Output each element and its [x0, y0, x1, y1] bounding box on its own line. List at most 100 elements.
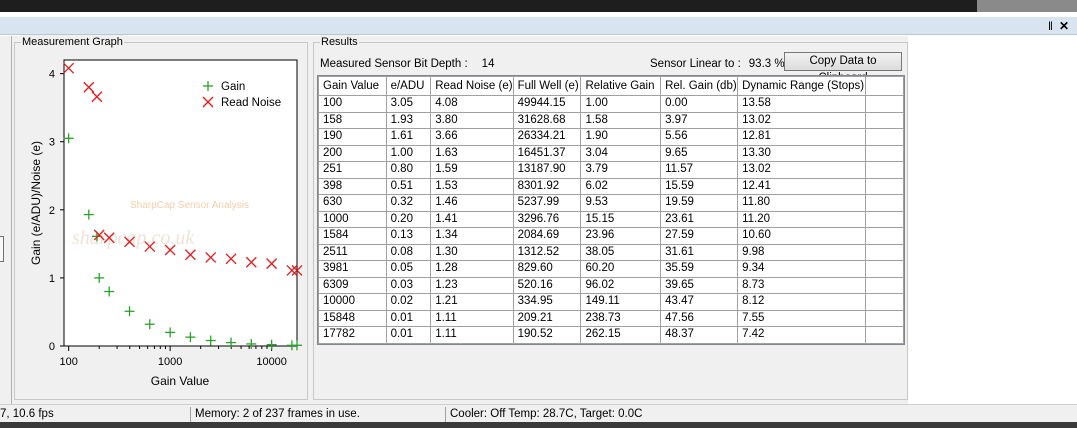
table-cell: 8.12	[737, 293, 866, 311]
table-cell: 8301.92	[512, 177, 582, 195]
bit-depth-readout: Measured Sensor Bit Depth : 14	[320, 57, 494, 72]
column-header[interactable]: e/ADU	[385, 76, 432, 96]
table-cell: 9.65	[660, 144, 739, 162]
close-icon[interactable]: ✕	[1059, 18, 1069, 34]
table-cell: 1.41	[430, 210, 514, 228]
table-row[interactable]: 251 0.80 1.59 13187.90 3.79 11.57 13.02	[318, 161, 904, 179]
table-cell	[865, 144, 904, 162]
measurement-graph-group: Measurement Graph SharpCap Sensor Analys…	[14, 35, 308, 400]
table-row[interactable]: 15848 0.01 1.11 209.21 238.73 47.56 7.55	[318, 309, 904, 327]
table-cell	[865, 276, 904, 294]
table-row[interactable]: 3981 0.05 1.28 829.60 60.20 35.59 9.34	[318, 260, 904, 278]
table-cell: 13.58	[737, 95, 866, 113]
column-header[interactable]: Dynamic Range (Stops)	[737, 76, 866, 96]
table-cell: 1000	[318, 210, 387, 228]
y-tick-label: 3	[49, 137, 55, 149]
table-cell: 1584	[318, 227, 387, 245]
table-cell: 2511	[318, 243, 387, 261]
x-tick-label: 1000	[158, 356, 182, 368]
table-cell: 15.15	[580, 210, 662, 228]
table-cell: 1.34	[430, 227, 514, 245]
sensor-linear-value: 93.3 %	[748, 58, 785, 70]
copy-data-button[interactable]: Copy Data to Clipboard	[784, 52, 902, 84]
table-cell: 48.37	[660, 326, 739, 344]
table-cell: 13187.90	[512, 161, 582, 179]
table-cell: 630	[318, 194, 387, 212]
table-cell: 31628.68	[512, 111, 582, 129]
column-header[interactable]: Rel. Gain (db)	[660, 76, 739, 96]
table-row[interactable]: 200 1.00 1.63 16451.37 3.04 9.65 13.30	[318, 144, 904, 162]
table-cell: 1.11	[430, 309, 514, 327]
y-axis-label: Gain (e/ADU)/Noise (e)	[29, 141, 43, 265]
table-cell: 43.47	[660, 293, 739, 311]
sensor-linear-readout: Sensor Linear to : 93.3 %	[650, 57, 785, 72]
table-cell: 0.05	[385, 260, 432, 278]
table-row[interactable]	[318, 342, 904, 344]
sensor-linear-label: Sensor Linear to :	[650, 58, 741, 70]
table-cell: 1.00	[385, 144, 432, 162]
table-cell: 16451.37	[512, 144, 582, 162]
column-header[interactable]: Gain Value	[318, 76, 387, 96]
table-cell: 9.34	[737, 260, 866, 278]
table-cell: 334.95	[512, 293, 582, 311]
table-cell	[430, 342, 514, 344]
table-cell: 1.11	[430, 326, 514, 344]
table-cell: 6309	[318, 276, 387, 294]
column-header[interactable]: Read Noise (e)	[430, 76, 514, 96]
table-cell: 12.41	[737, 177, 866, 195]
splitter-handle[interactable]	[0, 236, 4, 262]
column-header[interactable]: Full Well (e)	[512, 76, 582, 96]
table-cell: 9.98	[737, 243, 866, 261]
table-row[interactable]: 17782 0.01 1.11 190.52 262.15 48.37 7.42	[318, 326, 904, 344]
table-cell: 149.11	[580, 293, 662, 311]
table-cell: 1.90	[580, 128, 662, 146]
table-row[interactable]: 158 1.93 3.80 31628.68 1.58 3.97 13.02	[318, 111, 904, 129]
results-group: Results Measured Sensor Bit Depth : 14 Se…	[313, 35, 908, 400]
table-cell: 209.21	[512, 309, 582, 327]
table-row[interactable]: 190 1.61 3.66 26334.21 1.90 5.56 12.81	[318, 128, 904, 146]
table-cell: 7.42	[737, 326, 866, 344]
watermark-title: SharpCap Sensor Analysis	[130, 200, 249, 211]
table-row[interactable]: 6309 0.03 1.23 520.16 96.02 39.65 8.73	[318, 276, 904, 294]
table-cell	[512, 342, 582, 344]
table-cell: 13.30	[737, 144, 866, 162]
table-cell: 38.05	[580, 243, 662, 261]
table-cell: 1.58	[580, 111, 662, 129]
table-cell: 3.79	[580, 161, 662, 179]
results-table-container[interactable]: Gain Value e/ADU Read Noise (e) Full Well (…	[317, 75, 905, 345]
pin-icon[interactable]: ‖	[1048, 18, 1053, 34]
table-row[interactable]: 10000 0.02 1.21 334.95 149.11 43.47 8.12	[318, 293, 904, 311]
table-cell: 0.03	[385, 276, 432, 294]
x-tick-label: 100	[59, 356, 77, 368]
table-cell: 15.59	[660, 177, 739, 195]
table-row[interactable]: 2511 0.08 1.30 1312.52 38.05 31.61 9.98	[318, 243, 904, 261]
table-cell: 3.97	[660, 111, 739, 129]
table-cell	[385, 342, 432, 344]
table-row[interactable]: 1000 0.20 1.41 3296.76 15.15 23.61 11.20	[318, 210, 904, 228]
table-cell: 5.56	[660, 128, 739, 146]
table-cell: 3.66	[430, 128, 514, 146]
left-panel-strip	[0, 36, 12, 404]
table-cell: 1.61	[385, 128, 432, 146]
table-row[interactable]: 100 3.05 4.08 49944.15 1.00 0.00 13.58	[318, 95, 904, 113]
table-cell: 3981	[318, 260, 387, 278]
y-tick-label: 0	[49, 341, 55, 353]
table-row[interactable]: 398 0.51 1.53 8301.92 6.02 15.59 12.41	[318, 177, 904, 195]
column-header[interactable]: Relative Gain	[580, 76, 662, 96]
table-cell	[318, 342, 387, 344]
x-axis-label: Gain Value	[151, 374, 210, 388]
table-cell: 27.59	[660, 227, 739, 245]
table-row[interactable]: 1584 0.13 1.34 2084.69 23.96 27.59 10.60	[318, 227, 904, 245]
table-row[interactable]: 630 0.32 1.46 5237.99 9.53 19.59 11.80	[318, 194, 904, 212]
table-cell: 47.56	[660, 309, 739, 327]
column-header[interactable]	[865, 76, 904, 96]
table-cell: 10.60	[737, 227, 866, 245]
table-cell: 0.01	[385, 326, 432, 344]
table-cell: 3296.76	[512, 210, 582, 228]
table-cell	[865, 111, 904, 129]
table-cell: 1.46	[430, 194, 514, 212]
results-title: Results	[320, 35, 359, 49]
bottom-dark-bar	[0, 422, 1077, 428]
table-cell	[865, 243, 904, 261]
table-cell: 12.81	[737, 128, 866, 146]
